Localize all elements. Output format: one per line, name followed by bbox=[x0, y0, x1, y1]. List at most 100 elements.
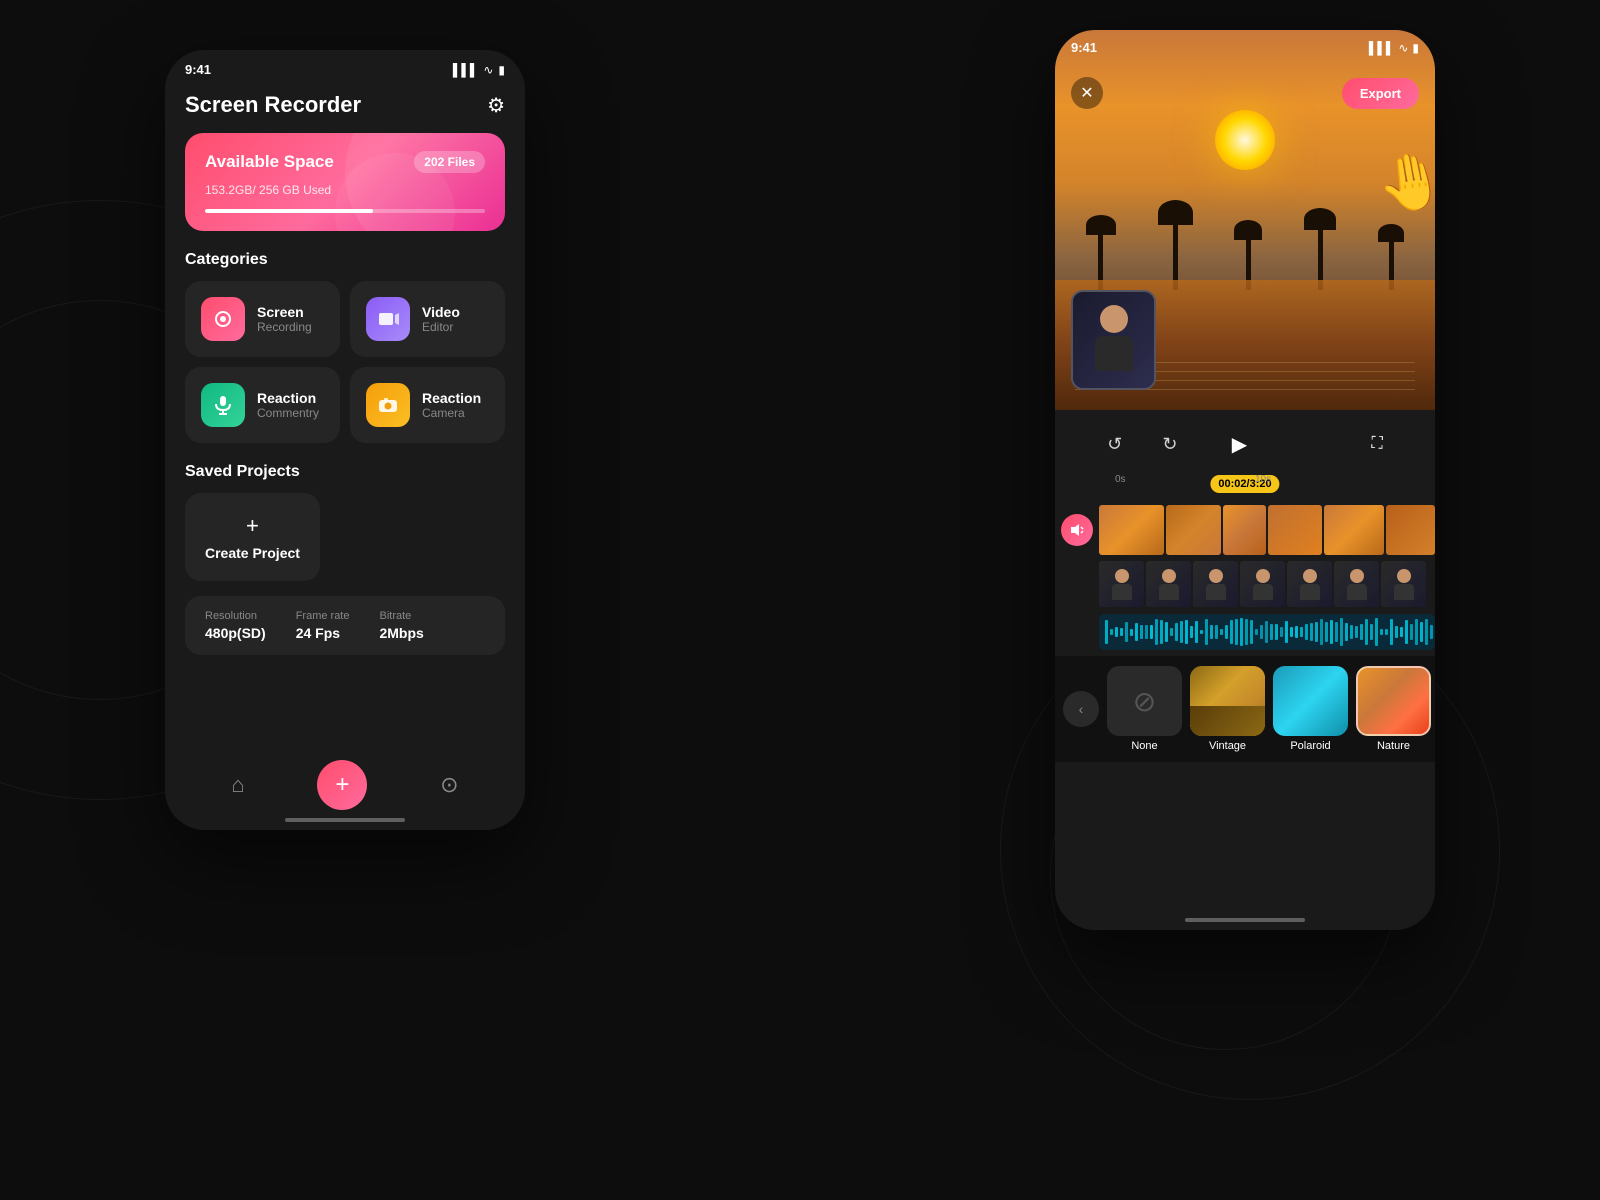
playback-controls: ↺ ↻ ▶ ⛶ bbox=[1071, 422, 1419, 466]
video-signal-icon: ▌▌▌ bbox=[1369, 41, 1395, 55]
gear-icon[interactable]: ⚙ bbox=[487, 93, 505, 118]
fullscreen-button[interactable]: ⛶ bbox=[1371, 435, 1382, 453]
wave-bar bbox=[1120, 628, 1123, 637]
reaction-commentary-icon bbox=[201, 383, 245, 427]
home-indicator-left bbox=[285, 818, 405, 822]
resolution-value: 480p(SD) bbox=[205, 625, 266, 641]
video-battery-icon: ▮ bbox=[1412, 41, 1419, 55]
person-track-clips bbox=[1099, 561, 1435, 607]
person-head bbox=[1100, 305, 1128, 333]
nature-clip-1 bbox=[1099, 505, 1164, 555]
history-nav-icon[interactable]: ⊙ bbox=[440, 772, 458, 798]
category-sub-reaction-cam: Camera bbox=[422, 406, 481, 420]
wave-bar bbox=[1420, 622, 1423, 643]
wave-bar bbox=[1210, 625, 1213, 640]
wave-bar bbox=[1385, 629, 1388, 634]
person-clip-6 bbox=[1334, 561, 1379, 607]
category-video-editor[interactable]: Video Editor bbox=[350, 281, 505, 357]
wave-bar bbox=[1175, 623, 1178, 641]
category-text-reaction-c: Reaction Commentry bbox=[257, 390, 319, 420]
video-icon-svg bbox=[377, 308, 399, 330]
video-editor-phone: 9:41 ▌▌▌ ∿ ▮ bbox=[1055, 30, 1435, 930]
wave-bar bbox=[1195, 621, 1198, 643]
palm-head-2 bbox=[1158, 200, 1193, 225]
wave-bar bbox=[1305, 624, 1308, 640]
filter-nature[interactable]: Nature bbox=[1356, 666, 1431, 752]
wave-bar bbox=[1125, 622, 1128, 643]
wave-bar bbox=[1410, 624, 1413, 640]
export-button[interactable]: Export bbox=[1342, 78, 1419, 109]
filter-thumb-nature bbox=[1356, 666, 1431, 736]
palm-head-4 bbox=[1304, 208, 1336, 230]
resolution-setting: Resolution 480p(SD) bbox=[205, 610, 266, 641]
wave-bar bbox=[1110, 629, 1113, 635]
create-project-label: Create Project bbox=[205, 545, 300, 561]
ruler-time-10: 10s bbox=[1255, 474, 1271, 485]
mic-icon-svg bbox=[212, 394, 234, 416]
play-button[interactable]: ▶ bbox=[1217, 422, 1261, 466]
wave-bar bbox=[1215, 625, 1218, 639]
filter-label-nature: Nature bbox=[1356, 740, 1431, 752]
close-button[interactable]: ✕ bbox=[1071, 77, 1103, 109]
category-screen-recording[interactable]: Screen Recording bbox=[185, 281, 340, 357]
wave-bar bbox=[1300, 627, 1303, 637]
playback-controls-row: ↺ ↻ ▶ ⛶ bbox=[1055, 422, 1435, 466]
wave-bar bbox=[1275, 624, 1278, 639]
screen-recorder-title: Screen Recorder bbox=[185, 92, 361, 118]
status-time-left: 9:41 bbox=[185, 62, 211, 77]
reaction-camera-icon bbox=[366, 383, 410, 427]
add-nav-button[interactable]: + bbox=[317, 760, 367, 810]
video-wifi-icon: ∿ bbox=[1398, 41, 1408, 55]
track-handle-mute bbox=[1055, 514, 1099, 546]
wave-bar bbox=[1220, 629, 1223, 635]
palm-head-1 bbox=[1086, 215, 1116, 235]
wave-bar bbox=[1250, 620, 1253, 643]
video-status-bar: 9:41 ▌▌▌ ∿ ▮ bbox=[1055, 30, 1435, 60]
mute-button[interactable] bbox=[1061, 514, 1093, 546]
audio-track bbox=[1099, 614, 1435, 650]
track-row-nature bbox=[1055, 502, 1435, 558]
wave-bar bbox=[1320, 619, 1323, 645]
person-body bbox=[1095, 336, 1133, 371]
filter-scroll-left[interactable]: ‹ bbox=[1063, 691, 1099, 727]
camera-icon-svg bbox=[377, 394, 399, 416]
category-sub-screen: Recording bbox=[257, 320, 312, 334]
space-progress-fill bbox=[205, 209, 373, 213]
saved-projects-title: Saved Projects bbox=[165, 463, 525, 493]
filter-polaroid[interactable]: Polaroid bbox=[1273, 666, 1348, 752]
create-project-button[interactable]: + Create Project bbox=[185, 493, 320, 581]
category-reaction-commentary[interactable]: Reaction Commentry bbox=[185, 367, 340, 443]
category-name-reaction-cam: Reaction bbox=[422, 390, 481, 406]
person-in-cam bbox=[1089, 305, 1139, 375]
wave-bar bbox=[1265, 621, 1268, 643]
filter-none[interactable]: ⊘ None bbox=[1107, 666, 1182, 752]
wave-bar bbox=[1145, 625, 1148, 639]
person-clip-2 bbox=[1146, 561, 1191, 607]
wave-bar bbox=[1290, 627, 1293, 637]
wave-bar bbox=[1315, 622, 1318, 641]
forward-button[interactable]: ↻ bbox=[1162, 434, 1177, 455]
wave-bar bbox=[1405, 620, 1408, 643]
wave-bar bbox=[1335, 622, 1338, 641]
nature-clip-2 bbox=[1166, 505, 1220, 555]
editor-section: ↺ ↻ ▶ ⛶ 0s 00:02/3:20 10s bbox=[1055, 410, 1435, 762]
category-name-screen: Screen bbox=[257, 304, 312, 320]
home-nav-icon[interactable]: ⌂ bbox=[231, 772, 244, 798]
bitrate-value: 2Mbps bbox=[379, 625, 423, 641]
battery-icon: ▮ bbox=[498, 63, 505, 77]
screen-recording-icon bbox=[201, 297, 245, 341]
wave-bar bbox=[1390, 619, 1393, 645]
category-reaction-camera[interactable]: Reaction Camera bbox=[350, 367, 505, 443]
filter-label-polaroid: Polaroid bbox=[1273, 740, 1348, 752]
rewind-button[interactable]: ↺ bbox=[1107, 434, 1122, 455]
wave-bar bbox=[1395, 626, 1398, 638]
wave-bar bbox=[1370, 624, 1373, 641]
person-clip-4 bbox=[1240, 561, 1285, 607]
wave-bar bbox=[1355, 626, 1358, 638]
wave-bar bbox=[1165, 622, 1168, 642]
nature-clip-3 bbox=[1223, 505, 1266, 555]
filter-vintage[interactable]: Vintage bbox=[1190, 666, 1265, 752]
wave-bar bbox=[1345, 623, 1348, 640]
available-space-card: Available Space 202 Files 153.2GB/ 256 G… bbox=[185, 133, 505, 231]
palm-head-3 bbox=[1234, 220, 1262, 240]
